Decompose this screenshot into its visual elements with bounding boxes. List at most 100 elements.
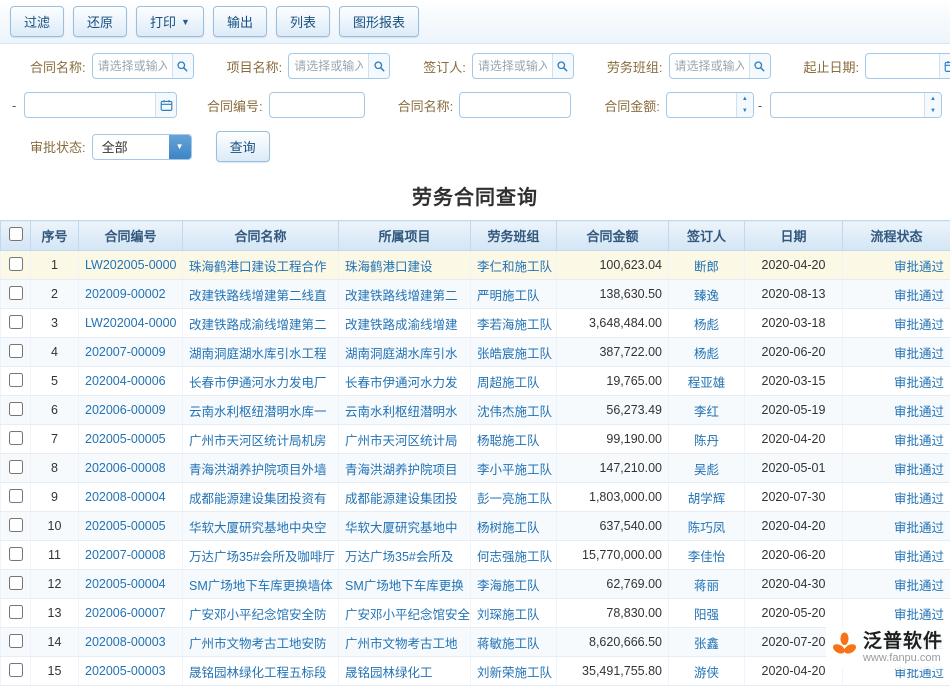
table-row[interactable]: 13 202006-00007 广安邓小平纪念馆安全防 广安邓小平纪念馆安全 刘… — [1, 599, 950, 628]
cell-signer[interactable]: 李佳怡 — [669, 541, 745, 570]
cell-labor-team[interactable]: 杨聪施工队 — [471, 425, 557, 454]
cell-project-name[interactable]: 成都能源建设集团投 — [339, 483, 471, 512]
cell-project-name[interactable]: 广安邓小平纪念馆安全 — [339, 599, 471, 628]
cell-labor-team[interactable]: 何志强施工队 — [471, 541, 557, 570]
table-row[interactable]: 5 202004-00006 长春市伊通河水力发电厂 长春市伊通河水力发 周超施… — [1, 367, 950, 396]
cell-contract-name[interactable]: 华软大厦研究基地中央空 — [183, 512, 339, 541]
cell-flow-status[interactable]: 审批通过 — [843, 367, 950, 396]
column-header-8[interactable]: 流程状态 — [843, 221, 950, 251]
calendar-icon[interactable] — [155, 93, 176, 117]
cell-contract-name[interactable]: 湖南洞庭湖水库引水工程 — [183, 338, 339, 367]
cell-flow-status[interactable]: 审批通过 — [843, 541, 950, 570]
cell-contract-name[interactable]: 长春市伊通河水力发电厂 — [183, 367, 339, 396]
cell-labor-team[interactable]: 李海施工队 — [471, 570, 557, 599]
row-checkbox[interactable] — [9, 373, 23, 387]
row-checkbox[interactable] — [9, 547, 23, 561]
cell-contract-name[interactable]: 成都能源建设集团投资有 — [183, 483, 339, 512]
restore-button[interactable]: 还原 — [73, 6, 127, 37]
search-icon[interactable] — [749, 54, 770, 78]
table-row[interactable]: 4 202007-00009 湖南洞庭湖水库引水工程 湖南洞庭湖水库引水 张皓宸… — [1, 338, 950, 367]
cell-labor-team[interactable]: 刘新荣施工队 — [471, 657, 557, 686]
row-checkbox[interactable] — [9, 315, 23, 329]
column-header-1[interactable]: 合同编号 — [79, 221, 183, 251]
number-stepper[interactable]: ▲▼ — [736, 93, 753, 117]
cell-flow-status[interactable]: 审批通过 — [843, 454, 950, 483]
cell-project-name[interactable]: 青海洪湖养护院项目 — [339, 454, 471, 483]
row-checkbox[interactable] — [9, 605, 23, 619]
search-icon[interactable] — [368, 54, 389, 78]
table-row[interactable]: 7 202005-00005 广州市天河区统计局机房 广州市天河区统计局 杨聪施… — [1, 425, 950, 454]
cell-flow-status[interactable]: 审批通过 — [843, 280, 950, 309]
cell-project-name[interactable]: 湖南洞庭湖水库引水 — [339, 338, 471, 367]
cell-contract-code[interactable]: 202008-00004 — [79, 483, 183, 512]
cell-project-name[interactable]: 晟铭园林绿化工 — [339, 657, 471, 686]
cell-contract-code[interactable]: LW202004-0000 — [79, 309, 183, 338]
cell-signer[interactable]: 蒋丽 — [669, 570, 745, 599]
cell-flow-status[interactable]: 审批通过 — [843, 570, 950, 599]
cell-project-name[interactable]: 广州市文物考古工地 — [339, 628, 471, 657]
cell-contract-code[interactable]: 202007-00008 — [79, 541, 183, 570]
row-checkbox[interactable] — [9, 344, 23, 358]
cell-contract-code[interactable]: 202005-00005 — [79, 425, 183, 454]
contract-name2-input[interactable] — [460, 98, 570, 112]
export-button[interactable]: 输出 — [213, 6, 267, 37]
cell-contract-code[interactable]: 202005-00003 — [79, 657, 183, 686]
cell-contract-code[interactable]: 202004-00006 — [79, 367, 183, 396]
cell-flow-status[interactable]: 审批通过 — [843, 512, 950, 541]
cell-signer[interactable]: 杨彪 — [669, 338, 745, 367]
cell-contract-code[interactable]: 202007-00009 — [79, 338, 183, 367]
cell-labor-team[interactable]: 周超施工队 — [471, 367, 557, 396]
row-checkbox[interactable] — [9, 257, 23, 271]
cell-project-name[interactable]: 万达广场35#会所及 — [339, 541, 471, 570]
cell-flow-status[interactable]: 审批通过 — [843, 396, 950, 425]
cell-labor-team[interactable]: 李若海施工队 — [471, 309, 557, 338]
column-header-2[interactable]: 合同名称 — [183, 221, 339, 251]
approval-status-select[interactable]: 全部 ▼ — [92, 134, 192, 160]
cell-labor-team[interactable]: 杨树施工队 — [471, 512, 557, 541]
column-header-3[interactable]: 所属项目 — [339, 221, 471, 251]
dropdown-arrow-icon[interactable]: ▼ — [169, 135, 191, 159]
cell-signer[interactable]: 阳强 — [669, 599, 745, 628]
row-checkbox[interactable] — [9, 663, 23, 677]
cell-contract-code[interactable]: 202008-00003 — [79, 628, 183, 657]
cell-contract-code[interactable]: LW202005-0000 — [79, 251, 183, 280]
cell-signer[interactable]: 李红 — [669, 396, 745, 425]
contract-name-input[interactable] — [93, 59, 172, 73]
column-header-0[interactable]: 序号 — [31, 221, 79, 251]
query-button[interactable]: 查询 — [216, 131, 270, 162]
row-checkbox[interactable] — [9, 286, 23, 300]
column-header-4[interactable]: 劳务班组 — [471, 221, 557, 251]
column-header-7[interactable]: 日期 — [745, 221, 843, 251]
cell-signer[interactable]: 断郎 — [669, 251, 745, 280]
cell-signer[interactable]: 杨彪 — [669, 309, 745, 338]
search-icon[interactable] — [552, 54, 573, 78]
table-row[interactable]: 14 202008-00003 广州市文物考古工地安防 广州市文物考古工地 蒋敏… — [1, 628, 950, 657]
cell-contract-name[interactable]: 万达广场35#会所及咖啡厅 — [183, 541, 339, 570]
cell-contract-name[interactable]: 改建铁路成渝线增建第二 — [183, 309, 339, 338]
amount-to-input[interactable] — [771, 98, 924, 112]
table-row[interactable]: 6 202006-00009 云南水利枢纽潜明水库一 云南水利枢纽潜明水 沈伟杰… — [1, 396, 950, 425]
cell-labor-team[interactable]: 李仁和施工队 — [471, 251, 557, 280]
row-checkbox[interactable] — [9, 634, 23, 648]
table-row[interactable]: 10 202005-00005 华软大厦研究基地中央空 华软大厦研究基地中 杨树… — [1, 512, 950, 541]
number-stepper[interactable]: ▲▼ — [924, 93, 941, 117]
cell-signer[interactable]: 游侠 — [669, 657, 745, 686]
stepper-down-icon[interactable]: ▼ — [925, 105, 941, 117]
cell-labor-team[interactable]: 李小平施工队 — [471, 454, 557, 483]
cell-contract-code[interactable]: 202005-00005 — [79, 512, 183, 541]
labor-team-input[interactable] — [670, 59, 749, 73]
cell-flow-status[interactable]: 审批通过 — [843, 309, 950, 338]
cell-project-name[interactable]: 改建铁路线增建第二 — [339, 280, 471, 309]
table-row[interactable]: 9 202008-00004 成都能源建设集团投资有 成都能源建设集团投 彭一亮… — [1, 483, 950, 512]
table-row[interactable]: 11 202007-00008 万达广场35#会所及咖啡厅 万达广场35#会所及… — [1, 541, 950, 570]
amount-from-input[interactable] — [667, 98, 736, 112]
project-name-input[interactable] — [289, 59, 368, 73]
list-view-button[interactable]: 列表 — [276, 6, 330, 37]
cell-contract-name[interactable]: 广安邓小平纪念馆安全防 — [183, 599, 339, 628]
cell-project-name[interactable]: 珠海鹤港口建设 — [339, 251, 471, 280]
cell-flow-status[interactable]: 审批通过 — [843, 425, 950, 454]
stepper-up-icon[interactable]: ▲ — [925, 93, 941, 105]
cell-signer[interactable]: 陈巧凤 — [669, 512, 745, 541]
cell-contract-name[interactable]: 改建铁路线增建第二线直 — [183, 280, 339, 309]
print-button[interactable]: 打印▼ — [136, 6, 204, 37]
